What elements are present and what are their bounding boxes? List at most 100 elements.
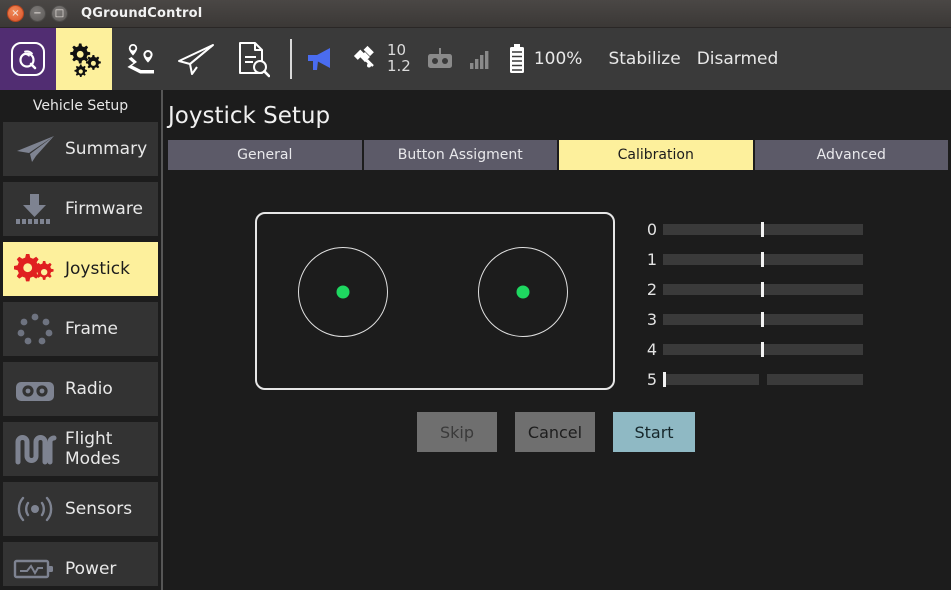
sidebar-item-power[interactable]: Power	[3, 542, 158, 590]
close-icon[interactable]: ×	[7, 5, 24, 22]
axis-track-segment	[767, 373, 863, 385]
joystick-tabbar: General Button Assigment Calibration Adv…	[168, 140, 948, 170]
sidebar-item-label: Radio	[65, 379, 113, 399]
rc-transmitter-icon	[427, 48, 452, 68]
arm-state-status[interactable]: Disarmed	[697, 49, 779, 69]
cancel-button[interactable]: Cancel	[515, 412, 595, 452]
start-button[interactable]: Start	[613, 412, 695, 452]
axis-row: 3	[641, 304, 901, 334]
main-panel: Joystick Setup General Button Assigment …	[163, 90, 951, 590]
axis-monitor-list: 0 1 2 3 4 5	[641, 214, 901, 394]
tab-advanced[interactable]: Advanced	[754, 140, 948, 170]
calibration-button-row: Skip Cancel Start	[417, 412, 695, 452]
axis-track	[663, 341, 863, 357]
maximize-icon[interactable]: □	[51, 5, 68, 22]
axis-thumb	[761, 281, 764, 297]
battery-percent: 100%	[533, 49, 583, 69]
axis-track-gap	[759, 374, 767, 385]
gps-status[interactable]: 10 1.2	[352, 42, 411, 75]
sidebar-item-flight-modes[interactable]: Flight Modes	[3, 422, 158, 476]
minimize-icon[interactable]: −	[29, 5, 46, 22]
axis-thumb	[761, 311, 764, 327]
skip-button[interactable]: Skip	[417, 412, 497, 452]
axis-track	[663, 251, 863, 267]
status-area: 10 1.2 100% Stabilize Disarmed	[306, 28, 794, 90]
sidebar-item-label: Joystick	[65, 259, 130, 279]
stick-visualization-panel	[255, 212, 615, 390]
axis-track-segment	[663, 373, 759, 385]
paper-plane-icon	[9, 127, 61, 171]
axis-row: 0	[641, 214, 901, 244]
sidebar-item-sensors[interactable]: Sensors	[3, 482, 158, 536]
qgc-logo-icon[interactable]	[0, 28, 56, 90]
tab-calibration[interactable]: Calibration	[559, 140, 753, 170]
axis-label: 4	[646, 339, 657, 359]
gps-hdop-value: 1.2	[387, 57, 411, 75]
signal-bars-icon	[469, 51, 489, 69]
toolbar-divider	[290, 39, 292, 79]
sensors-icon	[9, 487, 61, 531]
close-glyph: ×	[11, 7, 20, 19]
axis-thumb	[761, 341, 764, 357]
axis-row: 4	[641, 334, 901, 364]
sidebar-title: Vehicle Setup	[32, 98, 129, 114]
axis-label: 1	[646, 249, 657, 269]
battery-icon	[509, 44, 524, 73]
axis-label: 0	[646, 219, 657, 239]
frame-dots-icon	[9, 307, 61, 351]
axis-label: 5	[646, 369, 657, 389]
axis-label: 3	[646, 309, 657, 329]
left-stick-circle	[298, 247, 388, 337]
gears-icon	[9, 247, 61, 291]
left-stick-dot	[336, 285, 350, 299]
sidebar-item-firmware[interactable]: Firmware	[3, 182, 158, 236]
vehicle-setup-gears-icon[interactable]	[56, 28, 112, 90]
axis-thumb	[761, 251, 764, 267]
radio-icon	[9, 367, 61, 411]
page-title: Joystick Setup	[168, 103, 331, 129]
axis-thumb	[663, 371, 666, 387]
megaphone-icon	[308, 48, 330, 70]
sidebar-item-label: Frame	[65, 319, 118, 339]
window-titlebar: × − □ QGroundControl	[0, 0, 951, 28]
download-icon	[9, 187, 61, 231]
analyze-document-icon[interactable]	[224, 28, 280, 90]
sidebar-item-summary[interactable]: Summary	[3, 122, 158, 176]
app-toolbar: 10 1.2 100% Stabilize Disarmed	[0, 28, 951, 90]
axis-thumb	[761, 221, 764, 237]
sidebar-item-frame[interactable]: Frame	[3, 302, 158, 356]
fly-paper-plane-icon[interactable]	[168, 28, 224, 90]
plan-waypoints-icon[interactable]	[112, 28, 168, 90]
sidebar-item-radio[interactable]: Radio	[3, 362, 158, 416]
battery-status[interactable]: 100%	[507, 43, 583, 75]
axis-label: 2	[646, 279, 657, 299]
sidebar-item-joystick[interactable]: Joystick	[3, 242, 158, 296]
right-stick-dot	[516, 285, 530, 299]
sidebar-bottom-edge	[0, 586, 161, 590]
right-stick-circle	[478, 247, 568, 337]
waveform-icon	[9, 427, 61, 471]
flight-mode-status[interactable]: Stabilize	[608, 49, 680, 69]
axis-row: 5	[641, 364, 901, 394]
sidebar-item-label: Summary	[65, 139, 148, 159]
axis-track	[663, 221, 863, 237]
sidebar-item-label: Power	[65, 559, 117, 579]
sidebar-item-label: Flight Modes	[65, 429, 121, 469]
window-title: QGroundControl	[81, 6, 203, 21]
rc-status[interactable]	[425, 47, 455, 71]
vehicle-setup-sidebar: Vehicle Setup Summary Firmware Joystick …	[0, 90, 161, 590]
message-status[interactable]	[306, 46, 338, 72]
axis-track	[663, 371, 863, 387]
axis-row: 1	[641, 244, 901, 274]
tab-button-assigment[interactable]: Button Assigment	[363, 140, 557, 170]
axis-track	[663, 311, 863, 327]
minimize-glyph: −	[33, 7, 42, 19]
sidebar-item-label: Firmware	[65, 199, 143, 219]
power-battery-icon	[9, 547, 61, 590]
signal-status[interactable]	[469, 48, 493, 70]
axis-track	[663, 281, 863, 297]
tab-general[interactable]: General	[168, 140, 362, 170]
sidebar-item-label: Sensors	[65, 499, 133, 519]
satellite-icon	[353, 45, 374, 68]
axis-row: 2	[641, 274, 901, 304]
